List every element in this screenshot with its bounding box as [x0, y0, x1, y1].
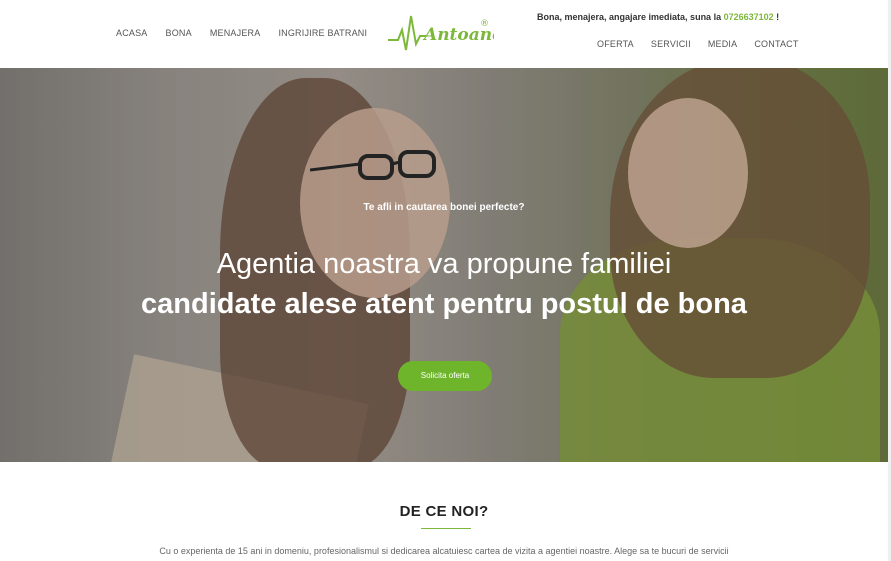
hero-eyebrow: Te afli in cautarea bonei perfecte? [363, 202, 525, 213]
main-nav-left: ACASA BONA MENAJERA INGRIJIRE BATRANI [116, 28, 385, 38]
why-us-divider [421, 528, 471, 529]
contact-line-text: Bona, menajera, angajare imediata, suna … [537, 12, 722, 22]
nav-menajera[interactable]: MENAJERA [210, 28, 261, 38]
nav-bona[interactable]: BONA [166, 28, 192, 38]
nav-servicii[interactable]: SERVICII [651, 39, 691, 49]
contact-line-suffix: ! [776, 12, 780, 22]
phone-link[interactable]: 0726637102 [724, 12, 774, 22]
hero-headline-line1: Agentia noastra va propune familiei [216, 248, 672, 280]
why-us-text: Cu o experienta de 15 ani in domeniu, pr… [159, 546, 729, 556]
why-us-title: DE CE NOI? [399, 503, 489, 520]
request-offer-button[interactable]: Solicita oferta [398, 361, 492, 391]
nav-acasa[interactable]: ACASA [116, 28, 148, 38]
site-logo[interactable]: Antoanette ® [384, 10, 530, 58]
nav-media[interactable]: MEDIA [708, 39, 738, 49]
site-header: ACASA BONA MENAJERA INGRIJIRE BATRANI An… [0, 0, 891, 68]
registered-mark: ® [480, 19, 489, 29]
nav-oferta[interactable]: OFERTA [597, 39, 634, 49]
hero-headline-line2: candidate alese atent pentru postul de b… [141, 288, 747, 320]
hero-banner: Te afli in cautarea bonei perfecte? Agen… [0, 68, 888, 462]
nav-contact[interactable]: CONTACT [754, 39, 798, 49]
nav-ingrijire-batrani[interactable]: INGRIJIRE BATRANI [278, 28, 367, 38]
contact-line: Bona, menajera, angajare imediata, suna … [537, 12, 779, 22]
logo-graphic: Antoanette ® [388, 15, 530, 51]
main-nav-right: OFERTA SERVICII MEDIA CONTACT [597, 39, 799, 49]
